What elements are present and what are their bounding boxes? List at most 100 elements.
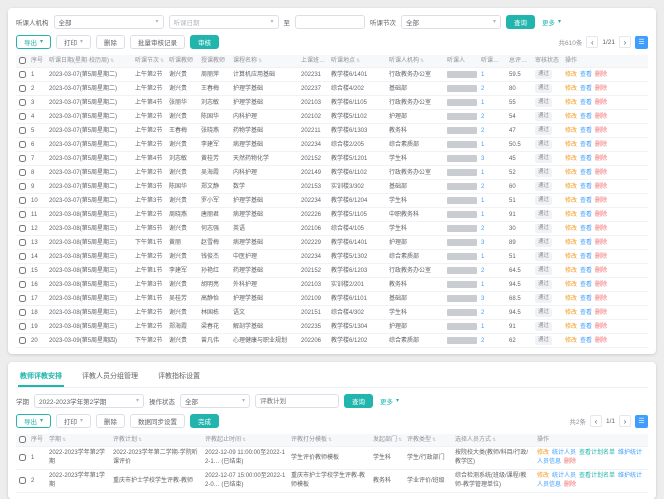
sort-icon[interactable]: ⇅ bbox=[138, 437, 142, 443]
view-link[interactable]: 查看 bbox=[580, 296, 592, 302]
col-header-term[interactable]: 学期⇅ bbox=[47, 434, 111, 447]
edit-link[interactable]: 修改 bbox=[565, 128, 577, 134]
column-settings-icon[interactable]: ☰ bbox=[635, 36, 648, 49]
view-link[interactable]: 查看 bbox=[580, 156, 592, 162]
org-filter-select[interactable]: 全部 ▾ bbox=[54, 15, 164, 29]
score-link[interactable]: 1 bbox=[481, 100, 484, 106]
col-header-period[interactable]: 听课节次⇅ bbox=[133, 55, 167, 68]
row-checkbox[interactable] bbox=[19, 155, 26, 162]
edit-link[interactable]: 修改 bbox=[565, 254, 577, 260]
more-link[interactable]: 更多 ▾ bbox=[380, 396, 399, 406]
delete-link[interactable]: 删除 bbox=[564, 482, 576, 488]
score-link[interactable]: 2 bbox=[481, 310, 484, 316]
edit-link[interactable]: 修改 bbox=[565, 268, 577, 274]
score-link[interactable]: 2 bbox=[481, 268, 484, 274]
delete-button[interactable]: 删除 bbox=[96, 414, 125, 428]
col-header-place[interactable]: 听课地点⇅ bbox=[329, 55, 387, 68]
plan-search-input[interactable] bbox=[255, 394, 339, 408]
batch-review-button[interactable]: 批量审核记录 bbox=[130, 35, 185, 49]
data-sync-button[interactable]: 数据同步设置 bbox=[130, 414, 185, 428]
delete-link[interactable]: 删除 bbox=[595, 310, 607, 316]
edit-link[interactable]: 修改 bbox=[565, 100, 577, 106]
delete-link[interactable]: 删除 bbox=[595, 254, 607, 260]
select-all-checkbox[interactable] bbox=[19, 57, 26, 64]
sort-icon[interactable]: ⇅ bbox=[62, 437, 66, 443]
more-link[interactable]: 更多 ▾ bbox=[542, 17, 561, 27]
prev-page-icon[interactable]: ‹ bbox=[590, 415, 602, 427]
view-link[interactable]: 查看 bbox=[580, 240, 592, 246]
delete-link[interactable]: 删除 bbox=[595, 114, 607, 120]
tab-teacher-evaluation-plan[interactable]: 教师评教安排 bbox=[18, 368, 64, 387]
row-checkbox[interactable] bbox=[19, 113, 26, 120]
col-header-type[interactable]: 评教类型⇅ bbox=[405, 434, 453, 447]
delete-link[interactable]: 删除 bbox=[595, 198, 607, 204]
edit-link[interactable]: 修改 bbox=[565, 296, 577, 302]
view-link[interactable]: 查看 bbox=[580, 310, 592, 316]
edit-link[interactable]: 修改 bbox=[565, 310, 577, 316]
row-checkbox[interactable] bbox=[19, 454, 26, 461]
edit-link[interactable]: 修改 bbox=[565, 338, 577, 344]
edit-link[interactable]: 修改 bbox=[565, 282, 577, 288]
score-link[interactable]: 3 bbox=[481, 240, 484, 246]
sort-icon[interactable]: ⇅ bbox=[326, 58, 329, 64]
view-link[interactable]: 查看 bbox=[580, 254, 592, 260]
col-header-date[interactable]: 听课日期(星期·校历周)⇅ bbox=[47, 55, 133, 68]
view-link[interactable]: 查看 bbox=[580, 324, 592, 330]
sort-icon[interactable]: ⇅ bbox=[160, 58, 164, 64]
view-link[interactable]: 查看 bbox=[580, 282, 592, 288]
col-header-total[interactable]: 总评分⇅ bbox=[507, 55, 533, 68]
view-link[interactable]: 查看 bbox=[580, 226, 592, 232]
row-checkbox[interactable] bbox=[19, 169, 26, 176]
sort-icon[interactable]: ⇅ bbox=[492, 437, 496, 443]
prev-page-icon[interactable]: ‹ bbox=[586, 36, 598, 48]
sort-icon[interactable]: ⇅ bbox=[356, 58, 360, 64]
edit-link[interactable]: 修改 bbox=[565, 156, 577, 162]
score-link[interactable]: 1 bbox=[481, 282, 484, 288]
view-link[interactable]: 查看 bbox=[580, 100, 592, 106]
view-link[interactable]: 查看 bbox=[580, 184, 592, 190]
edit-link[interactable]: 修改 bbox=[565, 240, 577, 246]
view-link[interactable]: 查看 bbox=[580, 212, 592, 218]
score-link[interactable]: 1 bbox=[481, 254, 484, 260]
row-checkbox[interactable] bbox=[19, 337, 26, 344]
row-checkbox[interactable] bbox=[19, 85, 26, 92]
delete-link[interactable]: 删除 bbox=[595, 338, 607, 344]
print-button[interactable]: 打印 ▾ bbox=[56, 35, 91, 49]
sort-icon[interactable]: ⇅ bbox=[328, 437, 332, 443]
delete-link[interactable]: 删除 bbox=[595, 212, 607, 218]
view-link[interactable]: 查看 bbox=[580, 198, 592, 204]
col-header-select_mode[interactable]: 选择人员方式⇅ bbox=[453, 434, 535, 447]
score-link[interactable]: 1 bbox=[481, 212, 484, 218]
stat-staff-link[interactable]: 统计人员 bbox=[552, 450, 576, 456]
view-plan-roster-link[interactable]: 查看计划名单 bbox=[579, 450, 615, 456]
export-button[interactable]: 导出 ▾ bbox=[16, 414, 51, 428]
term-filter-select[interactable]: 2022-2023学年第2学期 ▾ bbox=[34, 394, 144, 408]
row-checkbox[interactable] bbox=[19, 99, 26, 106]
status-filter-select[interactable]: 全部 ▾ bbox=[180, 394, 250, 408]
finish-button[interactable]: 完成 bbox=[190, 414, 219, 428]
col-header-course[interactable]: 课程名称⇅ bbox=[231, 55, 299, 68]
edit-link[interactable]: 修改 bbox=[565, 226, 577, 232]
row-checkbox[interactable] bbox=[19, 281, 26, 288]
col-header-org[interactable]: 听课人机构⇅ bbox=[387, 55, 445, 68]
edit-link[interactable]: 修改 bbox=[565, 142, 577, 148]
delete-link[interactable]: 删除 bbox=[595, 282, 607, 288]
score-link[interactable]: 2 bbox=[481, 226, 484, 232]
edit-link[interactable]: 修改 bbox=[537, 473, 549, 479]
col-header-klass[interactable]: 上课班级⇅ bbox=[299, 55, 329, 68]
audit-button[interactable]: 审核 bbox=[190, 35, 219, 49]
row-checkbox[interactable] bbox=[19, 197, 26, 204]
col-header-time[interactable]: 评教起止时间⇅ bbox=[203, 434, 289, 447]
sort-icon[interactable]: ⇅ bbox=[110, 58, 114, 64]
tab-evaluation-settings[interactable]: 评教指标设置 bbox=[156, 368, 202, 387]
row-checkbox[interactable] bbox=[19, 141, 26, 148]
delete-link[interactable]: 删除 bbox=[595, 128, 607, 134]
next-page-icon[interactable]: › bbox=[619, 36, 631, 48]
date-to-input[interactable] bbox=[295, 15, 365, 29]
sort-icon[interactable]: ⇅ bbox=[506, 58, 507, 64]
score-link[interactable]: 1 bbox=[481, 142, 484, 148]
view-link[interactable]: 查看 bbox=[580, 170, 592, 176]
edit-link[interactable]: 修改 bbox=[565, 184, 577, 190]
column-settings-icon[interactable]: ☰ bbox=[635, 415, 648, 428]
row-checkbox[interactable] bbox=[19, 225, 26, 232]
